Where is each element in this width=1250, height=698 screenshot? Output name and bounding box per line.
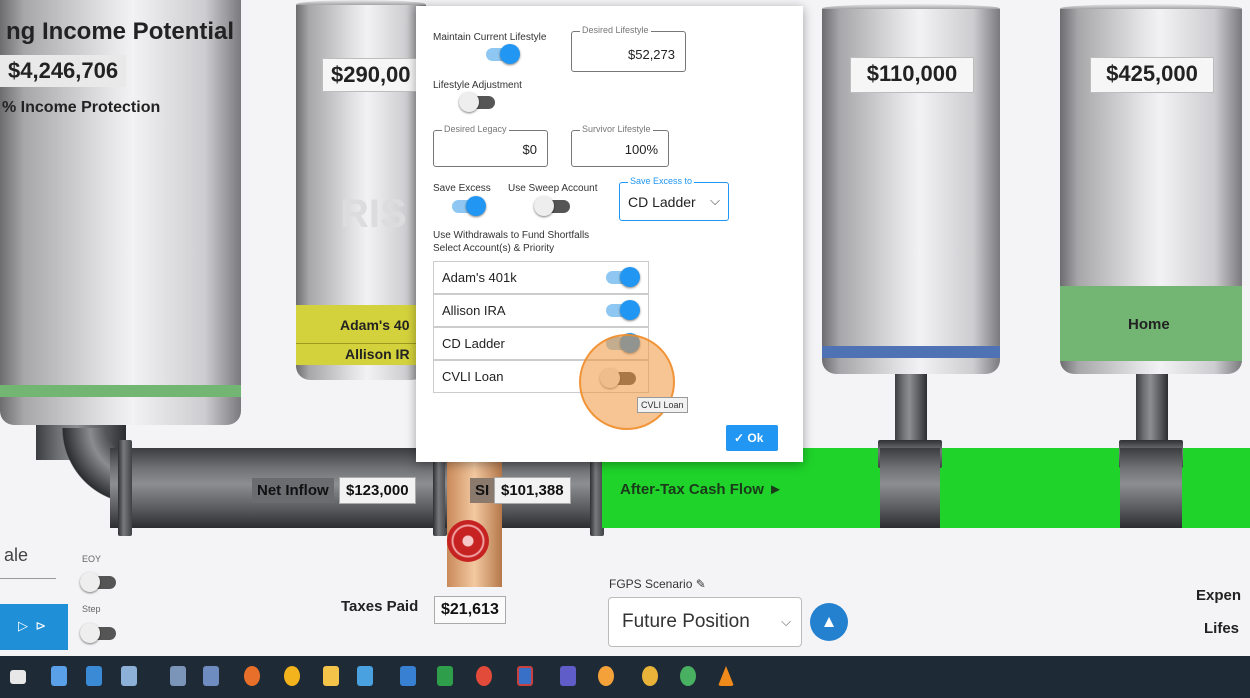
fgps-scenario-value: Future Position (622, 611, 750, 632)
windows-taskbar (0, 656, 1250, 698)
survivor-lifestyle-legend: Survivor Lifestyle (580, 124, 653, 134)
lifestyle-adjustment-toggle[interactable] (459, 92, 499, 112)
fgps-label-text: FGPS Scenario (609, 577, 693, 591)
photos-icon[interactable] (86, 666, 102, 686)
snip-icon[interactable] (121, 666, 137, 686)
warning-icon[interactable]: ▲ (810, 603, 848, 641)
chevron-down-icon: ⌵ (710, 193, 720, 208)
tooltip: CVLI Loan (637, 397, 688, 413)
desired-legacy-field[interactable]: Desired Legacy $0 (433, 124, 548, 167)
save-excess-to-value: CD Ladder (628, 194, 696, 210)
account-name: Allison IRA (442, 303, 506, 318)
ok-label: Ok (747, 431, 764, 445)
withdrawals-line1: Use Withdrawals to Fund Shortfalls (433, 230, 590, 241)
tank3-fill (822, 346, 1000, 358)
save-excess-to-select[interactable]: Save Excess to CD Ladder ⌵ (619, 176, 729, 221)
click-highlight (579, 334, 675, 430)
desired-lifestyle-value: $52,273 (628, 47, 675, 62)
app-icon-green[interactable] (437, 666, 453, 686)
left-partial-label: ale (4, 545, 29, 565)
app-icon-purple[interactable] (560, 666, 576, 686)
account-name: Adam's 401k (442, 270, 517, 285)
eoy-toggle[interactable] (80, 572, 120, 592)
firefox-icon[interactable] (244, 666, 260, 686)
vlc-icon[interactable] (718, 666, 734, 686)
taxes-paid-label: Taxes Paid (341, 598, 419, 615)
income-potential-title: ng Income Potential (6, 18, 235, 45)
right-partial-lifes: Lifes (1204, 620, 1240, 637)
chrome-icon[interactable] (284, 666, 300, 686)
calculator-icon[interactable] (170, 666, 186, 686)
survivor-lifestyle-field[interactable]: Survivor Lifestyle 100% (571, 124, 669, 167)
tank2-fill-label-adam: Adam's 40 (340, 317, 410, 333)
withdrawals-line2: Select Account(s) & Priority (433, 243, 555, 254)
zoom-icon[interactable] (517, 666, 533, 686)
maintain-lifestyle-label: Maintain Current Lifestyle (433, 32, 547, 43)
eoy-label: EOY (82, 554, 102, 564)
income-protection-label: % Income Protection (2, 99, 161, 116)
tank4-fill-label: Home (1128, 316, 1170, 333)
account-name: CVLI Loan (442, 369, 504, 384)
tank4-joint (1120, 448, 1182, 528)
maintain-lifestyle-toggle[interactable] (480, 44, 520, 64)
tank2-fill-label-allison: Allison IR (345, 346, 410, 362)
app-icon-teal[interactable] (680, 666, 696, 686)
tank2-value: $290,00 (322, 58, 422, 92)
save-excess-toggle[interactable] (446, 196, 486, 216)
income-potential-value: $4,246,706 (0, 55, 127, 87)
fgps-scenario-select[interactable]: Future Position ⌵ (608, 597, 802, 647)
desired-legacy-legend: Desired Legacy (442, 124, 509, 134)
app-icon-red[interactable] (476, 666, 492, 686)
tank3-joint (880, 448, 940, 528)
check-icon: ✓ (734, 431, 745, 445)
account-row-adam[interactable]: Adam's 401k (433, 261, 649, 294)
step-toggle[interactable] (80, 623, 120, 643)
tank4-value: $425,000 (1090, 57, 1214, 93)
si-label: SI (470, 478, 495, 503)
step-label: Step (82, 604, 101, 614)
account-name: CD Ladder (442, 336, 505, 351)
window-icon[interactable] (10, 670, 26, 684)
tank3-value: $110,000 (850, 57, 974, 93)
survivor-lifestyle-value: 100% (624, 142, 658, 157)
sweep-account-toggle[interactable] (534, 196, 574, 216)
play-step-buttons[interactable]: ▷ ⊳ (0, 604, 68, 650)
ok-button[interactable]: ✓ Ok (726, 425, 778, 451)
net-inflow-value: $123,000 (339, 477, 416, 504)
account-toggle-adam[interactable] (600, 267, 640, 287)
account-toggle-allison[interactable] (600, 300, 640, 320)
left-partial-underline (0, 578, 56, 579)
net-inflow-label: Net Inflow (252, 478, 334, 503)
save-excess-label: Save Excess (433, 183, 491, 194)
red-valve-wheel[interactable] (447, 520, 489, 562)
desired-legacy-value: $0 (522, 142, 537, 157)
paint-icon[interactable] (203, 666, 219, 686)
desired-lifestyle-legend: Desired Lifestyle (580, 25, 651, 35)
tank2-watermark: RIS (340, 192, 407, 236)
word-icon[interactable] (598, 666, 614, 686)
account-row-allison[interactable]: Allison IRA (433, 294, 649, 327)
sweep-account-label: Use Sweep Account (508, 183, 598, 194)
taxes-paid-value: $21,613 (434, 596, 506, 624)
chevron-down-icon: ⌵ (781, 614, 791, 629)
si-value: $101,388 (494, 477, 571, 504)
app-icon-blue[interactable] (400, 666, 416, 686)
notepad-icon[interactable] (51, 666, 67, 686)
lifestyle-adjustment-label: Lifestyle Adjustment (433, 80, 522, 91)
chrome-icon-2[interactable] (642, 666, 658, 686)
settings-icon[interactable] (357, 666, 373, 686)
flange-1 (118, 440, 132, 536)
desired-lifestyle-field[interactable]: Desired Lifestyle $52,273 (571, 25, 686, 72)
folder-icon[interactable] (323, 666, 339, 686)
after-tax-cashflow-label: After-Tax Cash Flow ► (620, 481, 783, 498)
save-excess-to-legend: Save Excess to (628, 176, 695, 186)
income-tank-fill (0, 385, 241, 397)
fgps-scenario-label: FGPS Scenario ✎ (609, 577, 706, 591)
right-partial-expen: Expen (1196, 587, 1242, 604)
pencil-icon[interactable]: ✎ (696, 577, 706, 591)
